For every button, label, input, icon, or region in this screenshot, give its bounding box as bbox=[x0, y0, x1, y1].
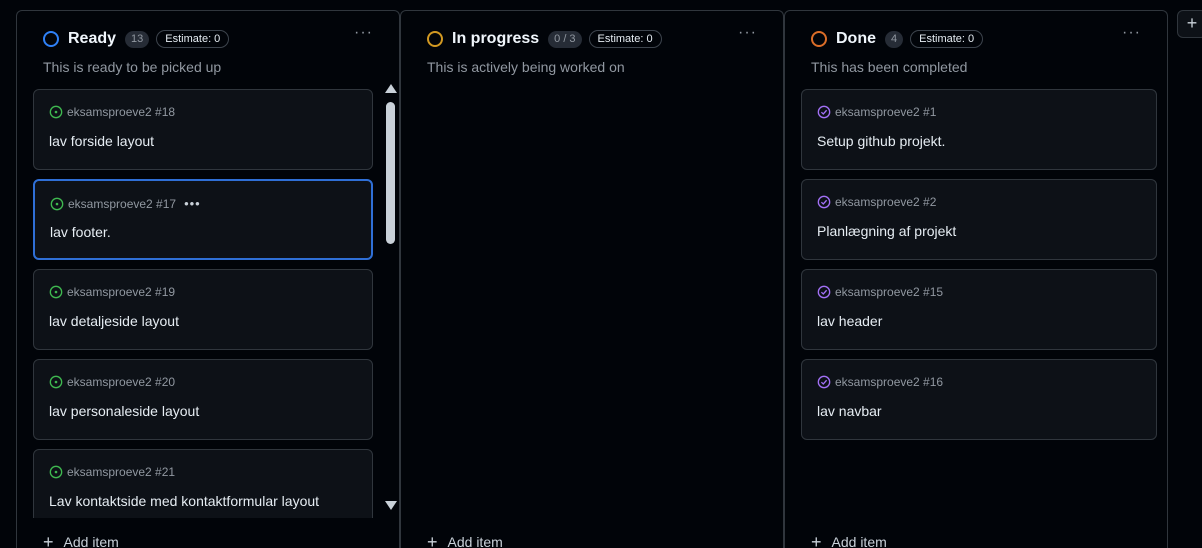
column-title: In progress bbox=[452, 30, 540, 47]
project-board: Ready 13 Estimate: 0 ··· This is ready t… bbox=[0, 0, 1202, 548]
item-count-badge: 0 / 3 bbox=[548, 30, 582, 48]
item-count-badge: 13 bbox=[125, 30, 150, 48]
add-item-label: Add item bbox=[831, 534, 887, 548]
column-description: This is ready to be picked up bbox=[43, 59, 222, 75]
issue-closed-icon bbox=[817, 105, 831, 119]
issue-opened-icon bbox=[49, 465, 63, 479]
issue-reference[interactable]: eksamsproeve2 #17 bbox=[68, 197, 176, 211]
add-item-label: Add item bbox=[63, 534, 119, 548]
issue-title[interactable]: Lav kontaktside med kontaktformular layo… bbox=[49, 493, 319, 509]
issue-card[interactable]: eksamsproeve2 #20 lav personaleside layo… bbox=[33, 359, 373, 440]
issue-card[interactable]: eksamsproeve2 #16 lav navbar bbox=[801, 359, 1157, 440]
issue-opened-icon bbox=[49, 285, 63, 299]
issue-card-selected[interactable]: eksamsproeve2 #17 ••• lav footer. bbox=[33, 179, 373, 260]
issue-opened-icon bbox=[50, 197, 64, 210]
issue-reference[interactable]: eksamsproeve2 #18 bbox=[67, 105, 175, 119]
issue-opened-icon bbox=[49, 375, 63, 389]
issue-title[interactable]: lav forside layout bbox=[49, 133, 154, 149]
estimate-badge: Estimate: 0 bbox=[156, 30, 230, 48]
column-menu-button[interactable]: ··· bbox=[738, 24, 757, 42]
column-description: This has been completed bbox=[811, 59, 968, 75]
add-column-button[interactable]: + bbox=[1177, 10, 1202, 38]
column-description: This is actively being worked on bbox=[427, 59, 625, 75]
card-list-scrollbar[interactable] bbox=[384, 84, 398, 510]
column-ready: Ready 13 Estimate: 0 ··· This is ready t… bbox=[16, 10, 400, 548]
scroll-down-arrow-icon[interactable] bbox=[385, 501, 397, 510]
column-title: Ready bbox=[68, 30, 117, 47]
issue-title[interactable]: lav header bbox=[817, 313, 882, 329]
add-item-button[interactable]: + Add item bbox=[43, 532, 119, 548]
issue-card[interactable]: eksamsproeve2 #19 lav detaljeside layout bbox=[33, 269, 373, 350]
column-menu-button[interactable]: ··· bbox=[1122, 24, 1141, 42]
issue-reference[interactable]: eksamsproeve2 #1 bbox=[835, 105, 936, 119]
column-header: Done 4 Estimate: 0 ··· bbox=[811, 24, 1147, 51]
status-circle-icon bbox=[811, 31, 827, 47]
card-menu-button[interactable]: ••• bbox=[184, 196, 201, 211]
column-header: In progress 0 / 3 Estimate: 0 ··· bbox=[427, 24, 763, 51]
issue-card[interactable]: eksamsproeve2 #1 Setup github projekt. bbox=[801, 89, 1157, 170]
issue-closed-icon bbox=[817, 195, 831, 209]
issue-title[interactable]: lav footer. bbox=[50, 224, 111, 240]
estimate-badge: Estimate: 0 bbox=[910, 30, 984, 48]
issue-card[interactable]: eksamsproeve2 #21 Lav kontaktside med ko… bbox=[33, 449, 373, 518]
issue-reference[interactable]: eksamsproeve2 #15 bbox=[835, 285, 943, 299]
issue-card[interactable]: eksamsproeve2 #15 lav header bbox=[801, 269, 1157, 350]
column-done: Done 4 Estimate: 0 ··· This has been com… bbox=[784, 10, 1168, 548]
card-list: eksamsproeve2 #18 lav forside layout eks… bbox=[33, 89, 373, 518]
column-title: Done bbox=[836, 30, 876, 47]
plus-icon: + bbox=[43, 532, 54, 548]
issue-reference[interactable]: eksamsproeve2 #21 bbox=[67, 465, 175, 479]
issue-card[interactable]: eksamsproeve2 #2 Planlægning af projekt bbox=[801, 179, 1157, 260]
issue-title[interactable]: lav navbar bbox=[817, 403, 882, 419]
add-item-button[interactable]: + Add item bbox=[811, 532, 887, 548]
issue-title[interactable]: lav detaljeside layout bbox=[49, 313, 179, 329]
issue-reference[interactable]: eksamsproeve2 #16 bbox=[835, 375, 943, 389]
card-list: eksamsproeve2 #1 Setup github projekt. e… bbox=[801, 89, 1157, 518]
issue-reference[interactable]: eksamsproeve2 #20 bbox=[67, 375, 175, 389]
issue-title[interactable]: Setup github projekt. bbox=[817, 133, 945, 149]
issue-closed-icon bbox=[817, 285, 831, 299]
issue-closed-icon bbox=[817, 375, 831, 389]
add-item-label: Add item bbox=[447, 534, 503, 548]
column-menu-button[interactable]: ··· bbox=[354, 24, 373, 42]
status-circle-icon bbox=[43, 31, 59, 47]
status-circle-icon bbox=[427, 31, 443, 47]
scroll-up-arrow-icon[interactable] bbox=[385, 84, 397, 93]
issue-card[interactable]: eksamsproeve2 #18 lav forside layout bbox=[33, 89, 373, 170]
estimate-badge: Estimate: 0 bbox=[588, 30, 662, 48]
add-item-button[interactable]: + Add item bbox=[427, 532, 503, 548]
scroll-thumb[interactable] bbox=[386, 102, 395, 244]
issue-reference[interactable]: eksamsproeve2 #2 bbox=[835, 195, 936, 209]
column-header: Ready 13 Estimate: 0 ··· bbox=[43, 24, 379, 51]
column-in-progress: In progress 0 / 3 Estimate: 0 ··· This i… bbox=[400, 10, 784, 548]
issue-title[interactable]: Planlægning af projekt bbox=[817, 223, 956, 239]
issue-reference[interactable]: eksamsproeve2 #19 bbox=[67, 285, 175, 299]
issue-title[interactable]: lav personaleside layout bbox=[49, 403, 199, 419]
plus-icon: + bbox=[811, 532, 822, 548]
plus-icon: + bbox=[427, 532, 438, 548]
issue-opened-icon bbox=[49, 105, 63, 119]
item-count-badge: 4 bbox=[885, 30, 904, 48]
